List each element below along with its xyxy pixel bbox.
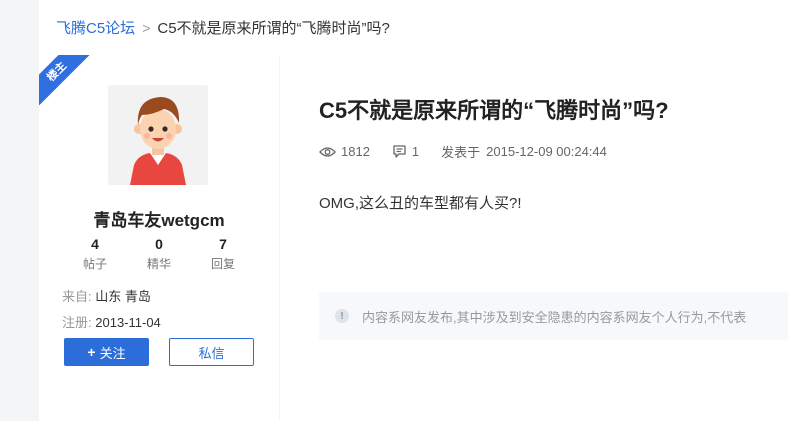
post-meta: 1812 1 发表于 2015-12-09 00:24:44: [319, 142, 629, 161]
stat-featured[interactable]: 0 精华: [128, 236, 190, 272]
breadcrumb-forum-link[interactable]: 飞腾C5论坛: [56, 17, 135, 38]
post-date: 发表于 2015-12-09 00:24:44: [441, 142, 607, 161]
info-icon: !: [335, 309, 349, 323]
registered-label: 注册:: [62, 315, 92, 330]
post-content: C5不就是原来所谓的“飞腾时尚”吗? 1812 1 发表于 2015-12-09…: [280, 55, 788, 421]
comment-icon: [393, 145, 406, 158]
author-registered: 注册: 2013-11-04: [62, 312, 161, 331]
plus-icon: +: [87, 344, 96, 360]
stat-value: 4: [91, 236, 99, 252]
stat-posts[interactable]: 4 帖子: [64, 236, 126, 272]
eye-icon: [319, 146, 336, 157]
avatar[interactable]: [108, 85, 208, 185]
follow-button-label: 关注: [99, 345, 126, 361]
location-value: 山东 青岛: [95, 289, 151, 304]
breadcrumb-separator: >: [142, 19, 151, 36]
author-profile-card: 楼主 青岛车友wetgcm 4 帖子 0 精华 7 回复 来自: 山东 青岛 注…: [39, 55, 279, 421]
reply-count-value: 1: [411, 144, 420, 159]
breadcrumb-current: C5不就是原来所谓的“飞腾时尚”吗?: [157, 20, 390, 37]
disclaimer-notice: ! 内容系网友发布,其中涉及到安全隐患的内容系网友个人行为,不代表: [319, 292, 788, 340]
stat-label: 帖子: [82, 257, 107, 271]
stat-label: 回复: [210, 257, 235, 271]
breadcrumb: 飞腾C5论坛 > C5不就是原来所谓的“飞腾时尚”吗?: [39, 0, 788, 55]
view-count: 1812: [319, 144, 370, 159]
stat-value: 7: [219, 236, 227, 252]
op-badge: 楼主: [39, 55, 101, 116]
stat-replies[interactable]: 7 回复: [192, 236, 254, 272]
view-count-value: 1812: [341, 144, 370, 159]
follow-button[interactable]: + 关注: [64, 338, 149, 366]
posted-label: 发表于: [441, 145, 481, 160]
author-username[interactable]: 青岛车友wetgcm: [39, 206, 279, 231]
post-title: C5不就是原来所谓的“飞腾时尚”吗?: [319, 98, 669, 123]
stat-label: 精华: [146, 257, 171, 271]
author-location: 来自: 山东 青岛: [62, 286, 151, 305]
author-stats: 4 帖子 0 精华 7 回复: [64, 236, 254, 272]
location-label: 来自:: [62, 289, 92, 304]
stat-value: 0: [155, 236, 163, 252]
registered-value: 2013-11-04: [95, 315, 161, 330]
message-button-label: 私信: [198, 345, 225, 361]
avatar-illustration: [130, 97, 186, 185]
message-button[interactable]: 私信: [169, 338, 254, 366]
posted-at: 2015-12-09 00:24:44: [486, 144, 607, 159]
disclaimer-text: 内容系网友发布,其中涉及到安全隐患的内容系网友个人行为,不代表: [362, 309, 747, 325]
post-body: OMG,这么丑的车型都有人买?!: [319, 195, 522, 212]
reply-count[interactable]: 1: [392, 144, 419, 159]
